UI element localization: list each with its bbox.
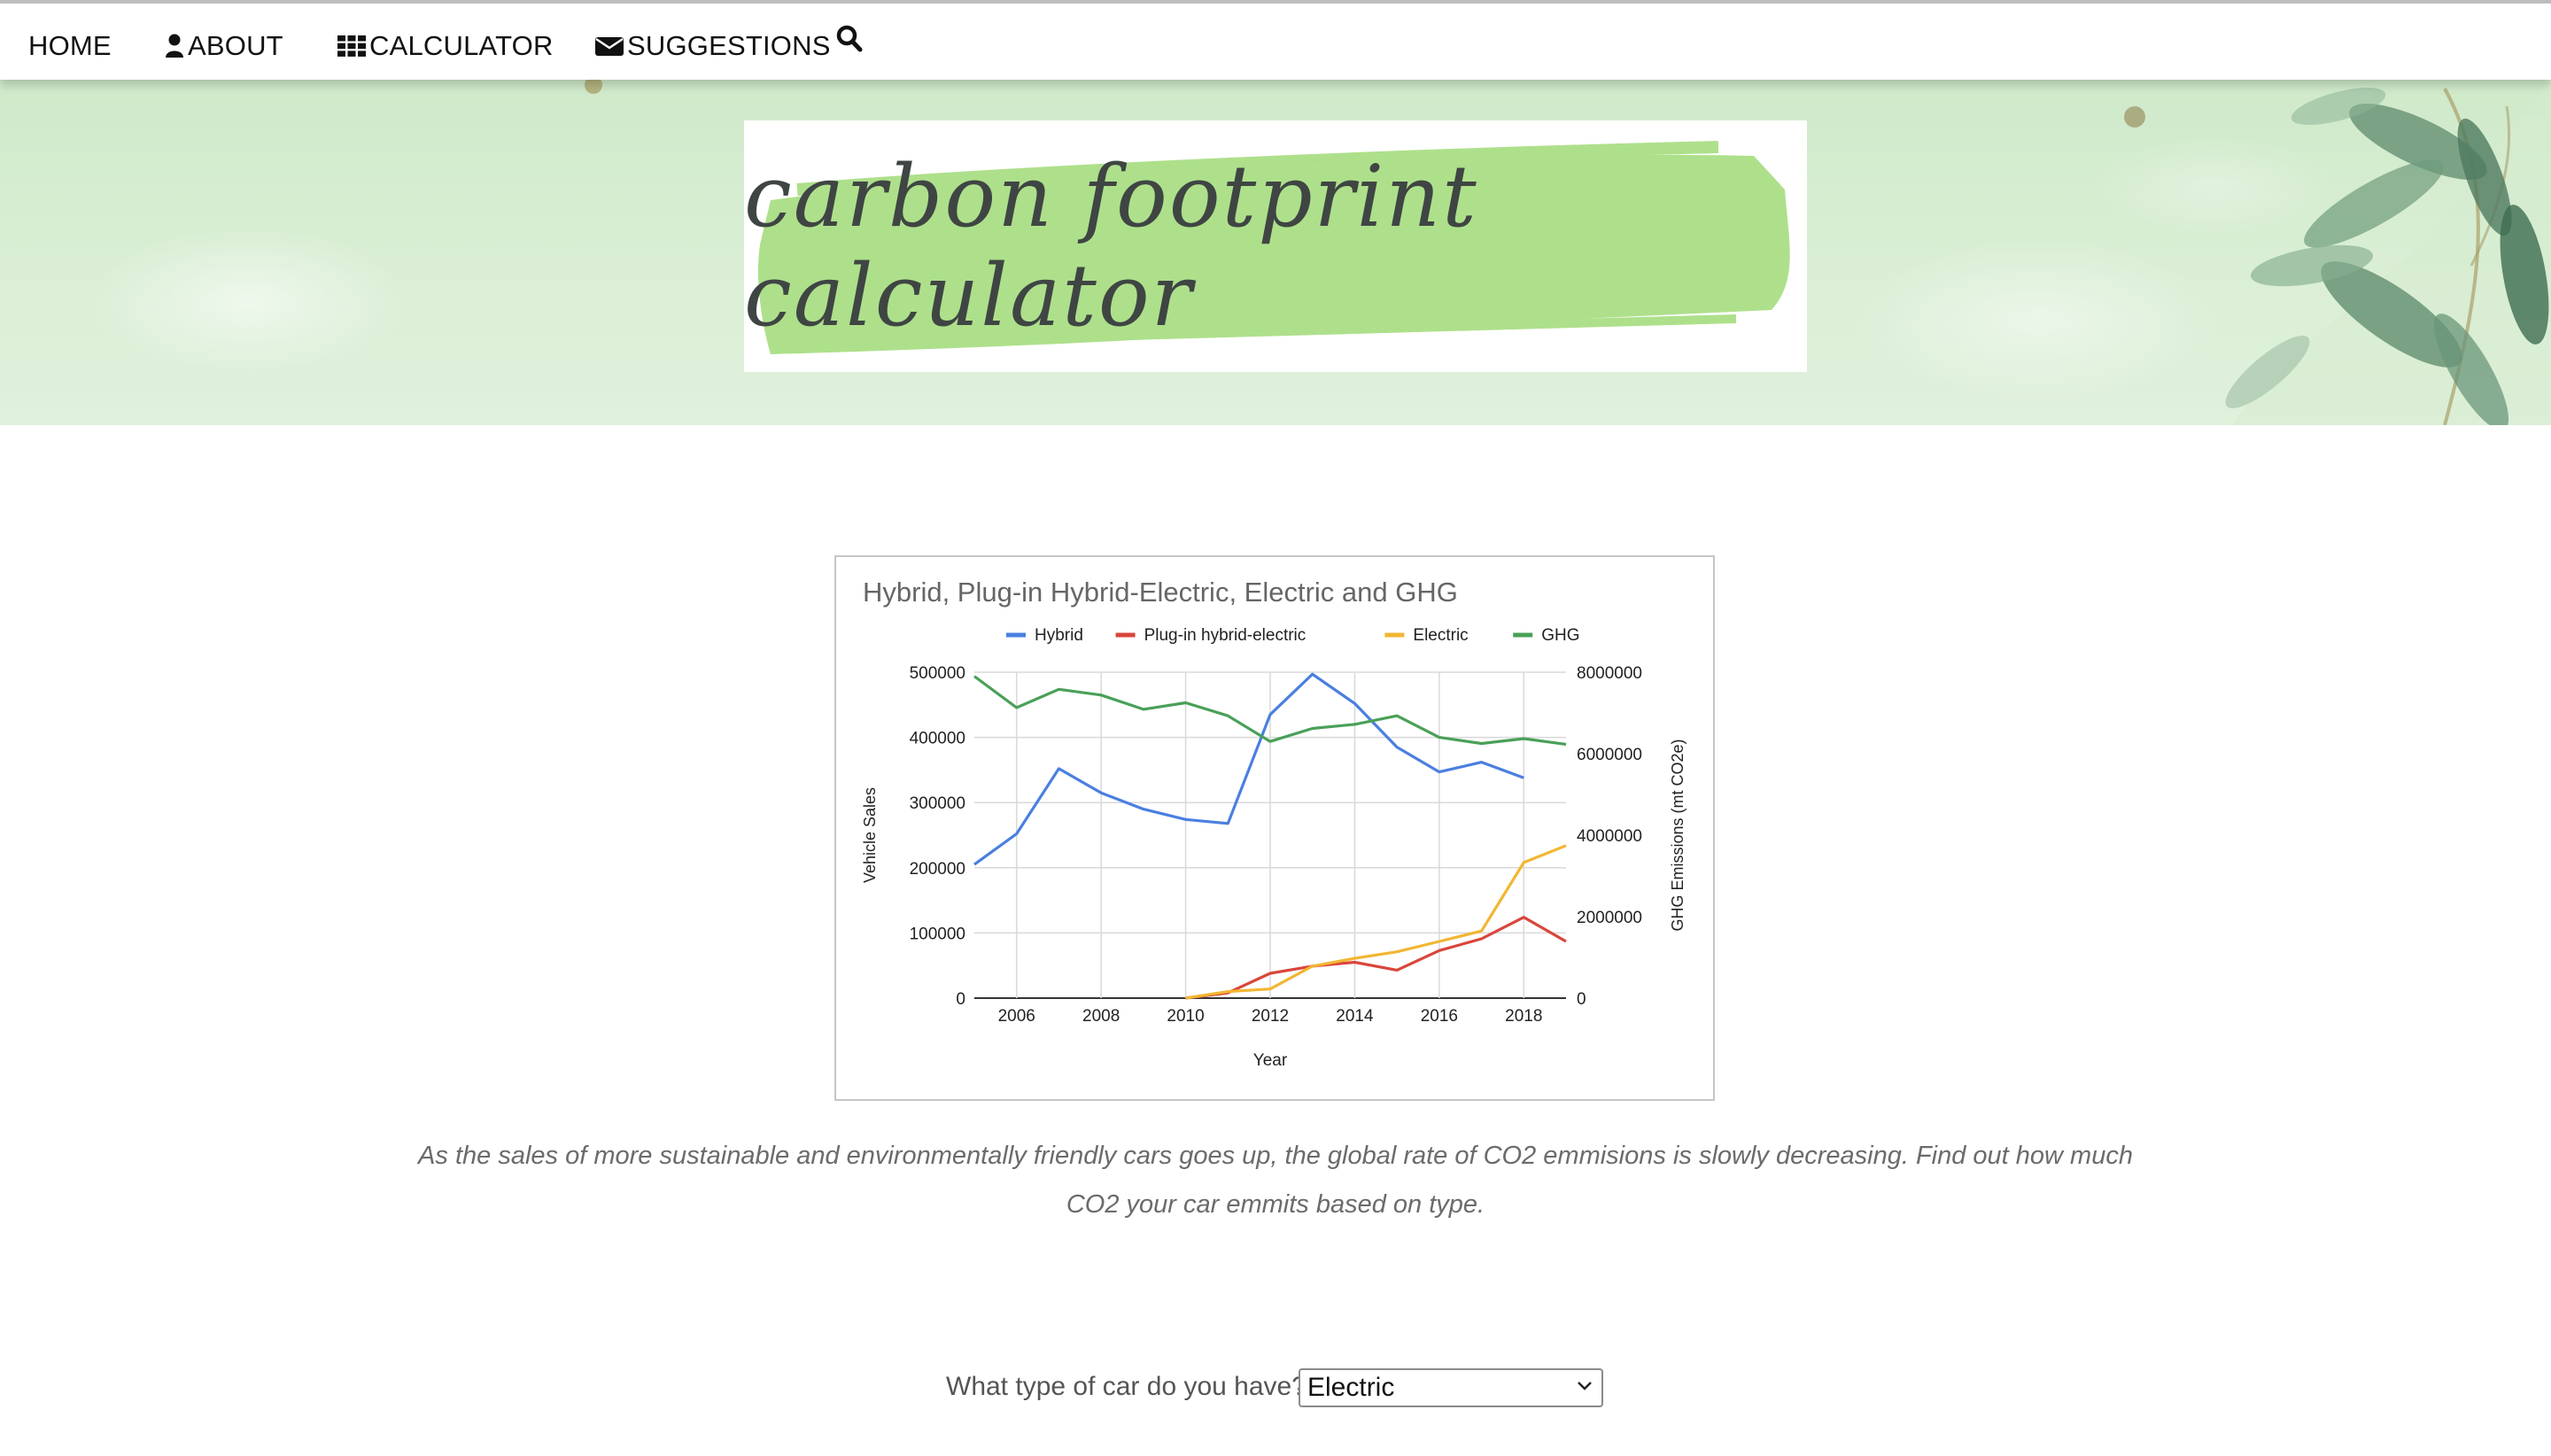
y-tick-label: 400000 bbox=[910, 730, 965, 748]
car-type-select[interactable]: Electric bbox=[1299, 1368, 1603, 1407]
x-tick-label: 2012 bbox=[1252, 1007, 1289, 1026]
car-type-selected-value: Electric bbox=[1307, 1373, 1395, 1402]
chart-grid bbox=[974, 671, 1566, 999]
logo-text: carbon footprint calculator bbox=[744, 147, 1478, 345]
x-axis-title: Year bbox=[1253, 1051, 1288, 1070]
car-type-label: What type of car do you have? bbox=[946, 1372, 1307, 1401]
envelope-icon bbox=[595, 37, 624, 56]
legend-label: Plug-in hybrid-electric bbox=[1144, 626, 1307, 645]
y-tick-label: 0 bbox=[956, 990, 965, 1009]
y2-tick-label: 0 bbox=[1577, 990, 1586, 1009]
nav-calculator-label: CALCULATOR bbox=[369, 30, 554, 61]
page: HOME ABOUT CALCULATOR SUGGESTIONS carbon… bbox=[0, 0, 2551, 1456]
y-tick-label: 300000 bbox=[910, 794, 965, 813]
search-icon bbox=[836, 25, 863, 52]
y2-axis-title: GHG Emissions (mt CO2e) bbox=[1669, 739, 1686, 931]
hero-banner: carbon footprint calculator bbox=[0, 80, 2551, 425]
grid-icon bbox=[337, 35, 366, 57]
x-tick-label: 2006 bbox=[998, 1007, 1035, 1026]
chart-axes: 0 100000 200000 300000 400000 500000 0 2000000 4… bbox=[861, 664, 1686, 1070]
y-tick-label: 200000 bbox=[910, 860, 965, 879]
sales-ghg-chart: Hybrid, Plug-in Hybrid-Electric, Electri… bbox=[834, 555, 1715, 1101]
y-tick-label: 500000 bbox=[910, 664, 965, 683]
series-line-electric bbox=[1185, 844, 1567, 1000]
nav-home-label: HOME bbox=[28, 30, 112, 61]
chart-legend: Hybrid Plug-in hybrid-electric Electric GHG bbox=[1006, 626, 1579, 645]
chart-canvas: Hybrid, Plug-in Hybrid-Electric, Electri… bbox=[861, 577, 1686, 1070]
hero-logo: carbon footprint calculator bbox=[744, 120, 1807, 372]
x-tick-label: 2016 bbox=[1421, 1007, 1458, 1026]
legend-item: Plug-in hybrid-electric bbox=[1115, 626, 1307, 645]
x-tick-label: 2008 bbox=[1082, 1007, 1120, 1026]
x-tick-label: 2010 bbox=[1167, 1007, 1204, 1026]
nav-calculator-link[interactable]: CALCULATOR bbox=[337, 27, 554, 66]
y2-tick-label: 6000000 bbox=[1577, 746, 1642, 764]
y-axis-title: Vehicle Sales bbox=[861, 787, 879, 883]
chevron-down-icon bbox=[1578, 1382, 1592, 1390]
y-tick-label: 100000 bbox=[910, 925, 965, 943]
y2-tick-label: 8000000 bbox=[1577, 664, 1642, 683]
top-navbar: HOME ABOUT CALCULATOR SUGGESTIONS bbox=[0, 0, 2551, 80]
chart-title: Hybrid, Plug-in Hybrid-Electric, Electri… bbox=[863, 577, 1458, 608]
x-tick-label: 2018 bbox=[1505, 1007, 1542, 1026]
nav-suggestions-link[interactable]: SUGGESTIONS bbox=[595, 27, 831, 66]
legend-item: GHG bbox=[1513, 626, 1579, 645]
legend-label: GHG bbox=[1541, 626, 1579, 645]
x-tick-label: 2014 bbox=[1336, 1007, 1374, 1026]
legend-label: Electric bbox=[1413, 626, 1468, 645]
series-line-plug-in-hybrid-electric bbox=[1185, 916, 1567, 1000]
chart-caption: As the sales of more sustainable and env… bbox=[418, 1142, 2133, 1219]
nav-home-link[interactable]: HOME bbox=[28, 27, 112, 66]
car-type-question: What type of car do you have? Electric bbox=[0, 1367, 2551, 1411]
legend-item: Electric bbox=[1384, 626, 1469, 645]
search-button[interactable] bbox=[836, 19, 866, 58]
legend-label: Hybrid bbox=[1035, 626, 1083, 645]
nav-about-link[interactable]: ABOUT bbox=[165, 27, 283, 66]
legend-item: Hybrid bbox=[1006, 626, 1083, 645]
y2-tick-label: 4000000 bbox=[1577, 827, 1642, 846]
series-line-hybrid bbox=[973, 672, 1524, 866]
nav-about-label: ABOUT bbox=[188, 30, 283, 61]
nav-suggestions-label: SUGGESTIONS bbox=[627, 30, 831, 61]
y2-tick-label: 2000000 bbox=[1577, 909, 1642, 927]
user-icon bbox=[166, 34, 183, 58]
